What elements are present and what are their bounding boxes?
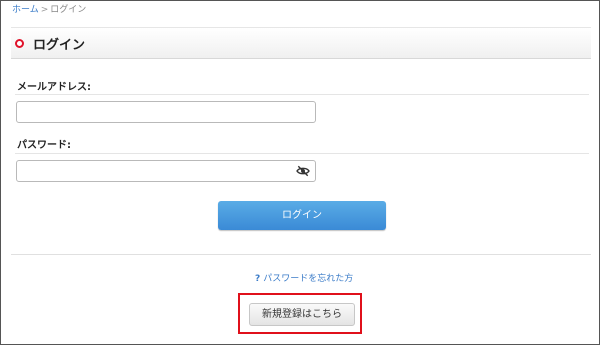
eye-slash-icon[interactable] xyxy=(296,165,310,177)
breadcrumb: ホーム > ログイン xyxy=(12,5,86,15)
breadcrumb-home-link[interactable]: ホーム xyxy=(12,5,39,15)
section-divider xyxy=(11,254,591,255)
password-field[interactable] xyxy=(16,160,316,182)
circle-marker-icon xyxy=(15,39,24,48)
email-divider xyxy=(15,94,589,95)
register-button[interactable]: 新規登録はこちら xyxy=(249,303,355,326)
forgot-password-link[interactable]: ? パスワードを忘れた方 xyxy=(255,271,353,284)
page-title: ログイン xyxy=(33,38,86,53)
password-divider xyxy=(15,153,589,154)
login-page: ホーム > ログイン ログイン メールアドレス: パスワード: ログイン ? パスワー… xyxy=(0,0,600,345)
forgot-password-label: パスワードを忘れた方 xyxy=(263,274,354,284)
question-icon: ? xyxy=(255,274,261,284)
breadcrumb-current: ログイン xyxy=(50,5,87,15)
email-label: メールアドレス: xyxy=(17,82,91,93)
password-label: パスワード: xyxy=(17,140,71,151)
login-button[interactable]: ログイン xyxy=(218,201,386,230)
breadcrumb-separator: > xyxy=(40,5,49,15)
email-field[interactable] xyxy=(16,101,316,123)
page-title-bar: ログイン xyxy=(11,27,591,59)
